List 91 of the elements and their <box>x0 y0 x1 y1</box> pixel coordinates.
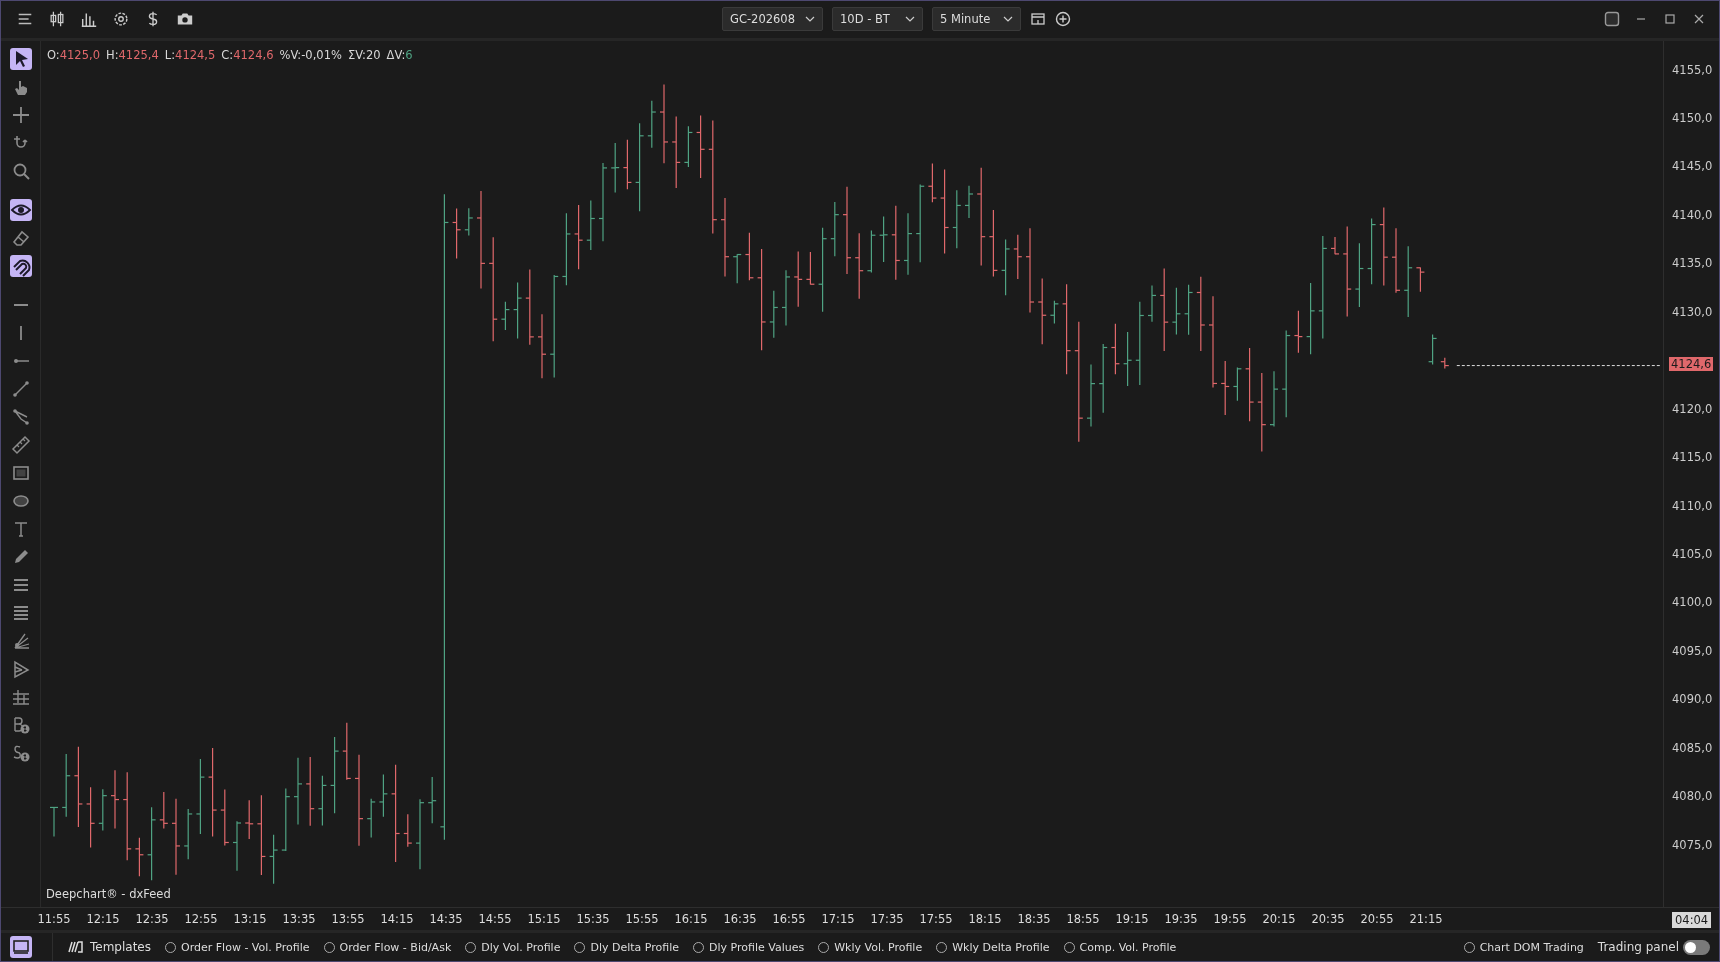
ohlc-value: -0,01% <box>301 47 342 62</box>
window-icon[interactable] <box>1030 11 1046 28</box>
price-label: 4080,0 <box>1672 789 1713 804</box>
template-radio[interactable]: Wkly Delta Profile <box>936 940 1050 954</box>
time-label: 18:55 <box>1066 911 1100 926</box>
ohlc-value: 4125,0 <box>59 47 100 62</box>
template-radio[interactable]: Comp. Vol. Profile <box>1063 940 1177 954</box>
template-radio[interactable]: Wkly Vol. Profile <box>818 940 923 954</box>
time-label: 20:15 <box>1262 911 1296 926</box>
time-label: 13:35 <box>282 911 316 926</box>
time-label: 18:35 <box>1017 911 1051 926</box>
ohlc-label: C: <box>221 47 234 62</box>
price-label: 4105,0 <box>1672 547 1713 562</box>
price-label: 4155,0 <box>1672 62 1713 77</box>
time-label: 15:55 <box>625 911 659 926</box>
trading-panel-toggle[interactable] <box>1683 939 1710 955</box>
chart-dom-trading-radio[interactable]: Chart DOM Trading <box>1463 940 1584 954</box>
interval-dropdown[interactable]: 5 Minute <box>932 7 1021 32</box>
magnet-icon[interactable] <box>9 254 32 277</box>
bar-countdown: 04:04 <box>1672 911 1712 928</box>
time-label: 14:35 <box>429 911 463 926</box>
price-label: 4095,0 <box>1672 643 1713 658</box>
price-label: 4150,0 <box>1672 110 1713 125</box>
last-price-tag: 4124,6 <box>1669 357 1714 372</box>
layout-icon[interactable] <box>1604 11 1620 28</box>
price-label: 4140,0 <box>1672 207 1713 222</box>
ohlc-value: 6 <box>405 47 413 62</box>
chevron-down-icon <box>805 16 815 23</box>
time-label: 17:15 <box>821 911 855 926</box>
ohlc-label: O: <box>47 47 60 62</box>
price-label: 4085,0 <box>1672 740 1713 755</box>
ohlc-value: 4124,5 <box>175 47 216 62</box>
time-label: 15:35 <box>576 911 610 926</box>
ohlc-label: %V: <box>279 47 302 62</box>
time-label: 17:55 <box>919 911 953 926</box>
ohlc-value: 20 <box>365 47 381 62</box>
time-label: 19:35 <box>1164 911 1198 926</box>
range-dropdown[interactable]: 10D - BT <box>832 7 923 32</box>
time-label: 13:15 <box>233 911 267 926</box>
ohlc-label: H: <box>106 47 119 62</box>
template-radio[interactable]: Dly Vol. Profile <box>465 940 561 954</box>
template-radio[interactable]: Order Flow - Vol. Profile <box>165 940 310 954</box>
template-radio[interactable]: Order Flow - Bid/Ask <box>323 940 452 954</box>
time-label: 21:15 <box>1409 911 1443 926</box>
ohlc-label: ΔV: <box>386 47 406 62</box>
trading-panel-label: Trading panel <box>1597 940 1679 954</box>
ohlc-value: 4125,4 <box>118 47 159 62</box>
time-label: 12:55 <box>184 911 218 926</box>
time-label: 16:15 <box>674 911 708 926</box>
price-label: 4100,0 <box>1672 595 1713 610</box>
template-radio[interactable]: Dly Profile Values <box>693 940 805 954</box>
time-label: 16:55 <box>772 911 806 926</box>
time-label: 17:35 <box>870 911 904 926</box>
time-label: 19:15 <box>1115 911 1149 926</box>
time-label: 14:55 <box>478 911 512 926</box>
time-label: 12:15 <box>86 911 120 926</box>
monitor-icon[interactable] <box>10 936 32 958</box>
price-label: 4110,0 <box>1672 498 1713 513</box>
templates-label[interactable]: Templates <box>90 940 151 954</box>
time-label: 15:15 <box>527 911 561 926</box>
time-label: 14:15 <box>380 911 414 926</box>
time-label: 13:55 <box>331 911 365 926</box>
price-label: 4075,0 <box>1672 837 1713 852</box>
instrument-dropdown[interactable]: GC-202608 <box>722 7 823 32</box>
add-icon[interactable] <box>1055 11 1071 28</box>
price-label: 4145,0 <box>1672 159 1713 174</box>
time-label: 12:35 <box>135 911 169 926</box>
time-label: 16:35 <box>723 911 757 926</box>
settings-icon[interactable] <box>112 10 130 29</box>
time-label: 20:35 <box>1311 911 1345 926</box>
template-radio[interactable]: Dly Delta Profile <box>574 940 680 954</box>
chevron-down-icon <box>905 16 915 23</box>
price-label: 4115,0 <box>1672 450 1713 465</box>
candlestick-icon[interactable] <box>48 10 66 29</box>
templates-icon[interactable] <box>67 941 83 953</box>
eye-icon[interactable] <box>9 198 32 221</box>
ohlc-label: ΣV: <box>347 47 366 62</box>
ohlc-value: 4124,6 <box>233 47 274 62</box>
time-label: 19:55 <box>1213 911 1247 926</box>
price-label: 4135,0 <box>1672 256 1713 271</box>
price-label: 4120,0 <box>1672 401 1713 416</box>
data-source-label: Deepchart® - dxFeed <box>46 886 171 901</box>
chevron-down-icon <box>1003 16 1013 23</box>
price-label: 4090,0 <box>1672 692 1713 707</box>
time-label: 18:15 <box>968 911 1002 926</box>
time-label: 20:55 <box>1360 911 1394 926</box>
ruler-icon[interactable] <box>9 433 32 456</box>
cursor-icon[interactable] <box>9 47 32 70</box>
price-label: 4130,0 <box>1672 304 1713 319</box>
ohlc-label: L: <box>164 47 176 62</box>
time-label: 11:55 <box>37 911 71 926</box>
